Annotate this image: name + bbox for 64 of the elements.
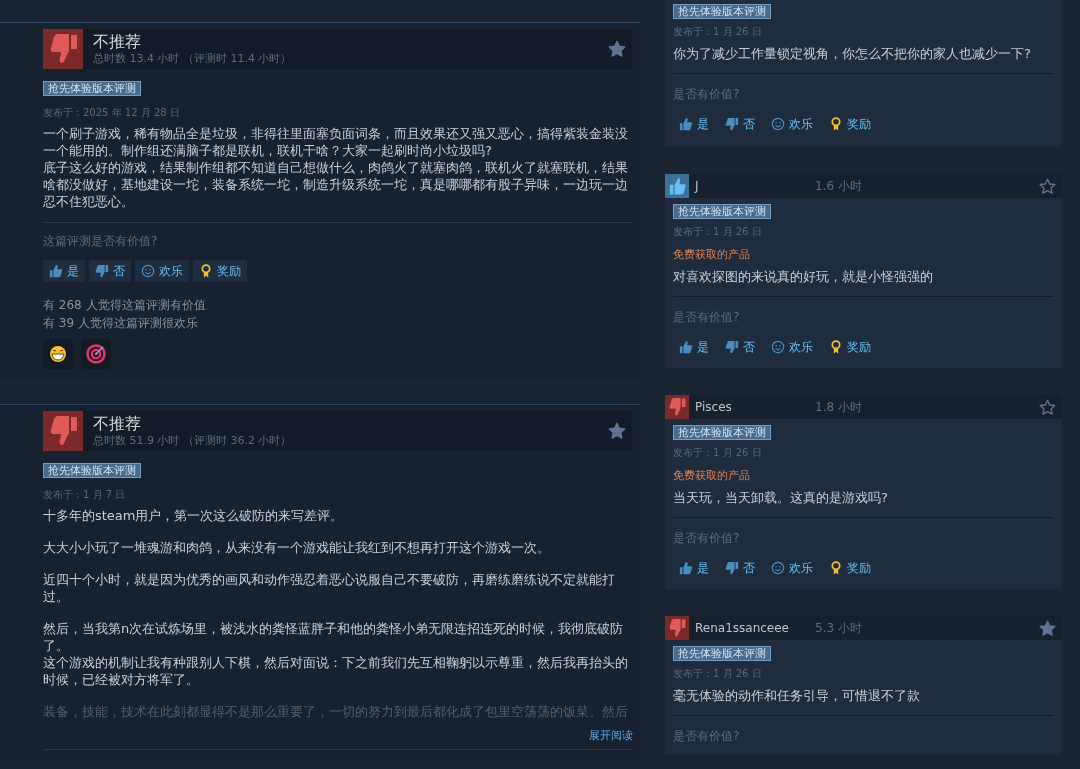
vote-count-text: 有 39 人觉得这篇评测很欢乐 bbox=[43, 315, 199, 332]
smiley-icon bbox=[141, 264, 155, 278]
star-icon[interactable] bbox=[608, 40, 626, 58]
early-access-tag: 抢先体验版本评测 bbox=[43, 81, 141, 96]
review-text: 近四十个小时，就是因为优秀的画风和动作强忍着恶心说服自己不要破防，再磨练磨练说不定就能打过。 bbox=[43, 571, 616, 605]
read-more-link[interactable]: 展开阅读 bbox=[589, 729, 633, 742]
thumbs-up-icon bbox=[679, 340, 693, 354]
thumbs-up-icon bbox=[679, 561, 693, 575]
review-text: 底子这么好的游戏，结果制作组都不知道自己想做什么，肉鸽火了就塞肉鸽，联机火了就塞联机，结果啥都没做好，基地建设一坨，装备系统一坨，制造升级系统一坨，真是哪哪都有股子异味，一边玩一边忍不住犯恶心。 bbox=[43, 159, 629, 210]
review-text: 对喜欢探图的来说真的好玩，就是小怪强强的 bbox=[673, 268, 934, 286]
award-icon bbox=[199, 264, 213, 278]
star-icon[interactable] bbox=[608, 422, 626, 440]
early-access-tag: 抢先体验版本评测 bbox=[673, 425, 771, 440]
helpful-question: 是否有价值? bbox=[673, 715, 1053, 745]
vote-button[interactable]: 是 bbox=[43, 260, 85, 282]
star-icon[interactable] bbox=[1039, 177, 1056, 195]
review-text: 你为了减少工作量锁定视角，你怎么不把你的家人也减少一下? bbox=[673, 45, 1032, 63]
vote-button[interactable]: 欢乐 bbox=[135, 260, 189, 282]
thumbs-up-icon bbox=[49, 264, 63, 278]
star-icon[interactable] bbox=[1039, 398, 1056, 416]
review-text: 当天玩，当天卸载。这真的是游戏吗? bbox=[673, 489, 889, 507]
target-icon[interactable] bbox=[81, 339, 111, 369]
free-product-label: 免费获取的产品 bbox=[673, 247, 751, 262]
smiley-icon bbox=[771, 117, 785, 131]
vote-button[interactable]: 奖励 bbox=[193, 260, 247, 282]
award-icon bbox=[829, 117, 843, 131]
user-name[interactable]: Pisces bbox=[689, 400, 815, 414]
thumbs-down-icon bbox=[725, 340, 739, 354]
free-product-label: 免费获取的产品 bbox=[673, 468, 751, 483]
early-access-tag: 抢先体验版本评测 bbox=[43, 463, 141, 478]
verdict-title: 不推荐 bbox=[93, 32, 142, 52]
star-icon[interactable] bbox=[1039, 619, 1056, 637]
smiley-icon bbox=[771, 561, 785, 575]
helpful-question: 这篇评测是否有价值? bbox=[43, 222, 632, 250]
playtime-text: 总时数 13.4 小时 （评测时 11.4 小时） bbox=[93, 52, 293, 66]
early-access-tag: 抢先体验版本评测 bbox=[673, 204, 771, 219]
playtime-text: 1.6 小时 bbox=[815, 177, 863, 195]
helpful-question: 是否有价值? bbox=[673, 296, 1053, 326]
early-access-tag: 抢先体验版本评测 bbox=[673, 646, 771, 661]
vote-button[interactable]: 否 bbox=[89, 260, 131, 282]
user-name[interactable]: J bbox=[689, 179, 815, 193]
thumbs-down-icon bbox=[725, 561, 739, 575]
review-text: 然后，当我第n次在试炼场里，被浅水的粪怪蓝胖子和他的粪怪小弟无限连招连死的时候，我彻底破防了。 bbox=[43, 620, 625, 654]
user-name[interactable]: Rena1ssanceee bbox=[689, 621, 815, 635]
review-text: 这个游戏的机制让我有种跟别人下棋，然后对面说：下之前我们先互相鞠躬以示尊重，然后我再抬头的时候，已经被对方将军了。 bbox=[43, 654, 629, 688]
playtime-text: 总时数 51.9 小时 （评测时 36.2 小时） bbox=[93, 434, 293, 448]
thumbs-down-icon bbox=[95, 264, 109, 278]
helpful-question: 是否有价值? bbox=[673, 73, 1053, 103]
vote-count-text: 有 268 人觉得这篇评测有价值 bbox=[43, 297, 207, 314]
award-icon bbox=[829, 340, 843, 354]
thumbs-up-icon bbox=[679, 117, 693, 131]
review-text: 一个刷子游戏，稀有物品全是垃圾，非得往里面塞负面词条，而且效果还又强又恶心，搞得紫装金装没一个能用的。制作组还满脑子都是联机，联机干啥？大家一起刷时尚小垃圾吗? bbox=[43, 125, 629, 159]
laughing-face-icon[interactable] bbox=[43, 339, 73, 369]
thumbs-down-icon bbox=[725, 117, 739, 131]
review-text: 大大小小玩了一堆魂游和肉鸽，从来没有一个游戏能让我红到不想再打开这个游戏一次。 bbox=[43, 539, 551, 556]
verdict-title: 不推荐 bbox=[93, 414, 142, 434]
award-icon bbox=[829, 561, 843, 575]
review-text: 毫无体验的动作和任务引导，可惜退不了款 bbox=[673, 687, 921, 705]
playtime-text: 1.8 小时 bbox=[815, 398, 863, 416]
playtime-text: 5.3 小时 bbox=[815, 619, 863, 637]
review-text: 十多年的steam用户，第一次这么破防的来写差评。 bbox=[43, 507, 345, 524]
early-access-tag: 抢先体验版本评测 bbox=[673, 4, 771, 19]
helpful-question: 是否有价值? bbox=[673, 517, 1053, 547]
smiley-icon bbox=[771, 340, 785, 354]
